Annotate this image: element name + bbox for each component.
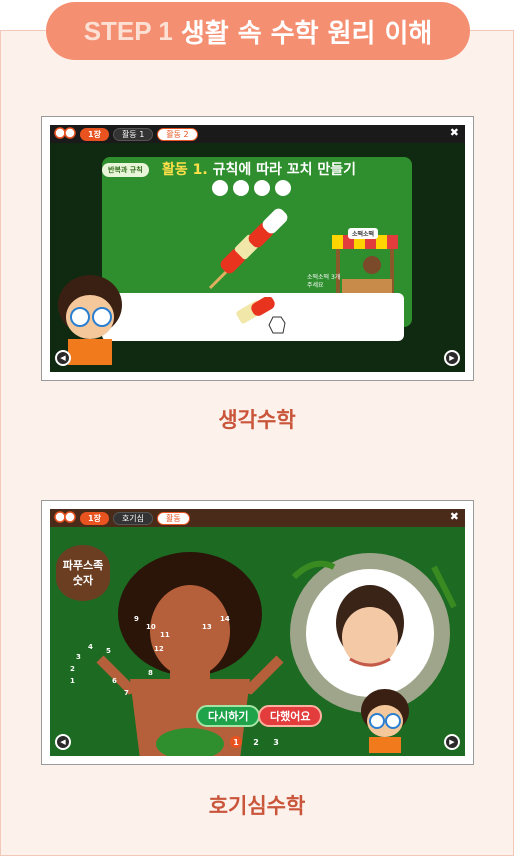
close-icon[interactable]: ✖	[450, 510, 459, 523]
prev-arrow-icon[interactable]: ◀	[55, 350, 71, 366]
body-number-10[interactable]: 10	[146, 623, 156, 631]
activity-title: 활동 1. 규칙에 따라 꼬치 만들기	[162, 159, 356, 179]
body-number-2[interactable]: 2	[70, 665, 75, 673]
shop-sign: 소떡소떡	[348, 228, 379, 239]
body-number-8[interactable]: 8	[148, 669, 153, 677]
body-number-3[interactable]: 3	[76, 653, 81, 661]
step-label: STEP 1	[83, 15, 173, 46]
body-number-14[interactable]: 14	[220, 615, 230, 623]
step-title: 생활 속 수학 원리 이해	[180, 18, 433, 49]
top-bar: 1장 호기심 활동 ✖	[50, 509, 465, 527]
close-icon[interactable]: ✖	[450, 126, 459, 139]
screenshot-thinking-math: 1장 활동 1 활동 2 ✖ 반복과 규칙 활동 1. 규칙에 따라 꼬치 만들…	[41, 116, 474, 381]
body-number-13[interactable]: 13	[202, 623, 212, 631]
page-1[interactable]: 1	[230, 736, 242, 748]
pagination: 1 2 3	[230, 736, 282, 748]
topic-tag: 반복과 규칙	[102, 163, 149, 177]
food-stall-icon	[332, 235, 398, 295]
body-number-7[interactable]: 7	[124, 689, 129, 697]
body-number-6[interactable]: 6	[112, 677, 117, 685]
done-button[interactable]: 다했어요	[258, 705, 323, 727]
order-note: 소떡소떡 3개 주세요	[307, 274, 340, 290]
tab-activity[interactable]: 활동	[157, 511, 190, 525]
step-header: STEP 1 생활 속 수학 원리 이해	[46, 2, 470, 60]
order-note-line-2: 주세요	[307, 282, 324, 289]
app-screen-1: 1장 활동 1 활동 2 ✖ 반복과 규칙 활동 1. 규칙에 따라 꼬치 만들…	[50, 125, 465, 372]
page-2[interactable]: 2	[250, 736, 262, 748]
tab-activity-2[interactable]: 활동 2	[157, 127, 198, 141]
body-number-11[interactable]: 11	[160, 631, 170, 639]
retry-button[interactable]: 다시하기	[196, 705, 261, 727]
next-arrow-icon[interactable]: ▶	[444, 734, 460, 750]
chapter-badge[interactable]: 1장	[80, 511, 109, 525]
next-arrow-icon[interactable]: ▶	[444, 350, 460, 366]
caption-curiosity-math: 호기심수학	[208, 794, 306, 818]
body-number-12[interactable]: 12	[154, 645, 164, 653]
caption-thinking-math: 생각수학	[218, 408, 296, 432]
glasses-icon	[54, 127, 76, 139]
order-note-line-1: 소떡소떡 3개	[307, 274, 341, 281]
tab-activity-1[interactable]: 활동 1	[112, 127, 154, 141]
app-screen-2: 1장 호기심 활동 ✖ 파푸스족 숫자 1 2 3 4 5 6 7 8 9 10…	[50, 509, 465, 756]
skewer-icon	[208, 208, 288, 290]
body-number-1[interactable]: 1	[70, 677, 75, 685]
screenshot-curiosity-math: 1장 호기심 활동 ✖ 파푸스족 숫자 1 2 3 4 5 6 7 8 9 10…	[41, 500, 474, 765]
body-number-9[interactable]: 9	[134, 615, 139, 623]
chapter-badge[interactable]: 1장	[80, 127, 109, 141]
drag-pieces-icon[interactable]	[235, 297, 295, 337]
tab-curiosity[interactable]: 호기심	[112, 511, 154, 525]
body-number-5[interactable]: 5	[106, 647, 111, 655]
character-boy-icon	[361, 689, 409, 753]
activity-number: 활동 1.	[162, 162, 208, 178]
pattern-icons	[212, 180, 291, 196]
top-bar: 1장 활동 1 활동 2 ✖	[50, 125, 465, 143]
page-3[interactable]: 3	[270, 736, 282, 748]
body-number-4[interactable]: 4	[88, 643, 93, 651]
glasses-icon	[54, 511, 76, 523]
activity-title-text: 규칙에 따라 꼬치 만들기	[212, 162, 356, 178]
prev-arrow-icon[interactable]: ◀	[55, 734, 71, 750]
